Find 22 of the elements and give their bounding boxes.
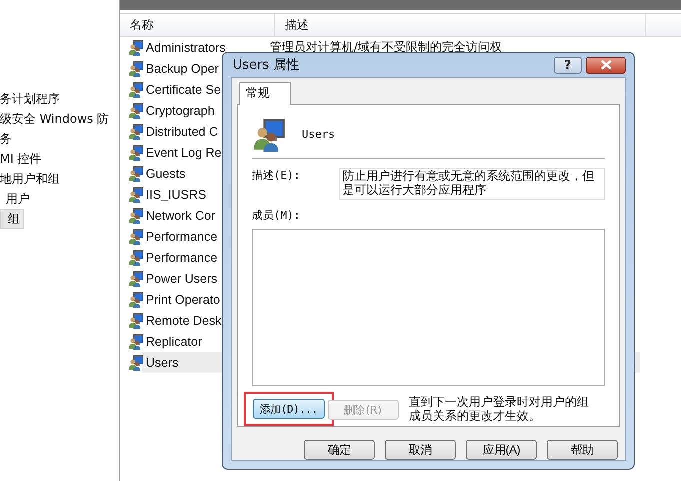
dialog-title: Users 属性 bbox=[232, 57, 301, 74]
group-name: Distributed C bbox=[146, 124, 218, 138]
description-label: 描述(E): bbox=[252, 168, 302, 184]
object-name: Users bbox=[302, 128, 336, 142]
group-name: Administrators bbox=[146, 40, 226, 54]
group-name: Cryptograph bbox=[146, 104, 215, 118]
group-name: Power Users bbox=[146, 272, 218, 286]
group-name: Certificate Se bbox=[146, 82, 222, 96]
note-text: 直到下一次用户登录时对用户的组成员关系的更改才生效。 bbox=[408, 395, 589, 423]
group-description: 管理员对计算机/域有不受限制的完全访问权 bbox=[269, 39, 502, 56]
group-name: Performance bbox=[146, 250, 218, 264]
group-name: Event Log Re bbox=[146, 146, 222, 160]
group-name: Network Cor bbox=[146, 208, 216, 222]
group-name: Users bbox=[146, 356, 179, 370]
group-name: Guests bbox=[146, 166, 186, 180]
group-name: Performance bbox=[146, 230, 218, 244]
group-name: Backup Oper bbox=[146, 62, 219, 76]
group-name: IIS_IUSRS bbox=[146, 188, 206, 202]
group-name: Print Operato bbox=[146, 292, 220, 306]
members-label: 成员(M): bbox=[252, 208, 302, 224]
group-name: Replicator bbox=[146, 334, 202, 348]
group-name: Remote Desk bbox=[146, 314, 222, 328]
